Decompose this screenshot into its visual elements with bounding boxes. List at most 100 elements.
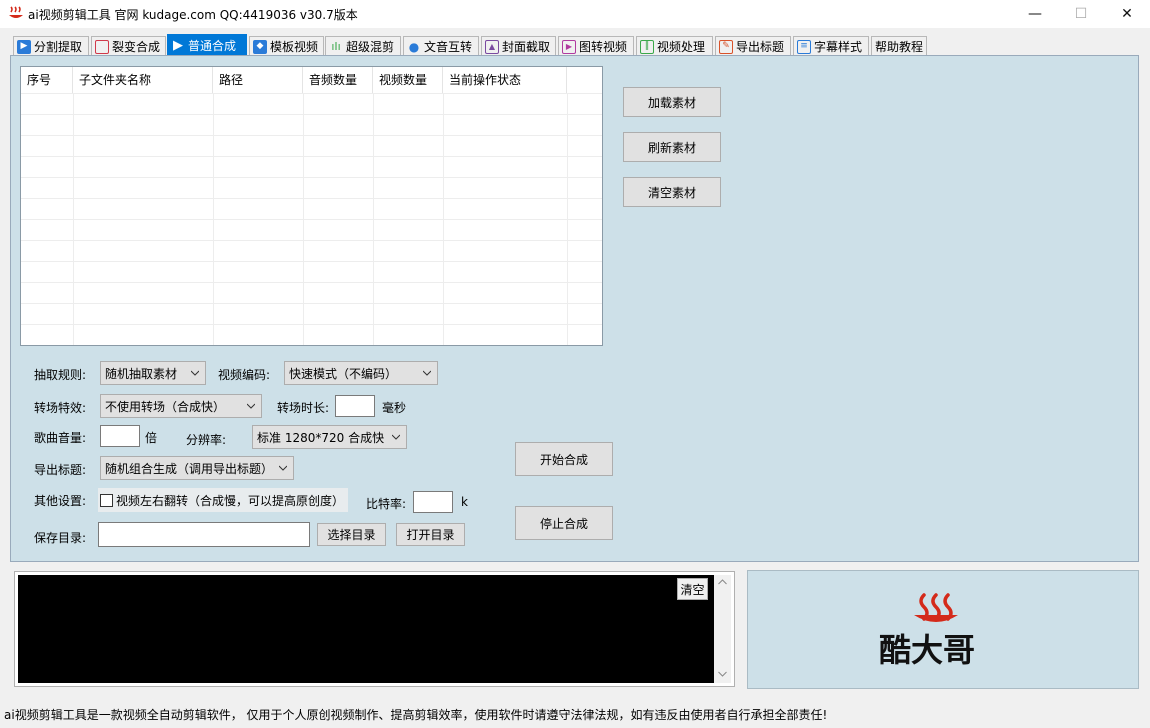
window-title: ai视频剪辑工具 官网 kudage.com QQ:4419036 v30.7版… bbox=[28, 8, 358, 22]
transition-effect-select[interactable]: 不使用转场（合成快） bbox=[100, 394, 262, 418]
chevron-down-icon bbox=[279, 465, 287, 471]
chevron-down-icon bbox=[392, 434, 400, 440]
tab-fission-compose[interactable]: 裂变合成 bbox=[91, 36, 166, 56]
checkbox-box[interactable] bbox=[100, 493, 113, 507]
tab-label: 模板视频 bbox=[270, 40, 319, 54]
column-header[interactable]: 视频数量 bbox=[373, 67, 443, 93]
resolution-select[interactable]: 标准 1280*720 合成快 bbox=[252, 425, 407, 449]
chevron-down-icon bbox=[247, 403, 255, 409]
load-material-button[interactable]: 加载素材 bbox=[623, 87, 721, 117]
export-title-value: 随机组合生成（调用导出标题） bbox=[105, 461, 274, 476]
maximize-button[interactable]: ☐ bbox=[1058, 0, 1104, 28]
table-row bbox=[21, 219, 602, 240]
hot-spring-logo-icon bbox=[914, 593, 958, 622]
table-row bbox=[21, 177, 602, 198]
other-settings-label: 其他设置: bbox=[34, 494, 87, 508]
table-row bbox=[21, 114, 602, 135]
extract-rule-value: 随机抽取素材 bbox=[105, 366, 178, 381]
extract-rule-select[interactable]: 随机抽取素材 bbox=[100, 361, 206, 385]
play-icon: ▶ bbox=[173, 38, 183, 53]
volume-unit: 倍 bbox=[145, 431, 158, 445]
extract-rule-label: 抽取规则: bbox=[34, 368, 87, 382]
choose-dir-button[interactable]: 选择目录 bbox=[317, 523, 386, 546]
video-codec-select[interactable]: 快速模式（不编码） bbox=[284, 361, 438, 385]
clear-material-button[interactable]: 清空素材 bbox=[623, 177, 721, 207]
export-title-select[interactable]: 随机组合生成（调用导出标题） bbox=[100, 456, 294, 480]
table-row bbox=[21, 282, 602, 303]
tab-video-process[interactable]: ‖ 视频处理 bbox=[636, 36, 713, 56]
tab-export-title[interactable]: ✎ 导出标题 bbox=[715, 36, 791, 56]
tab-help[interactable]: 帮助教程 bbox=[871, 36, 927, 56]
tab-super-mix[interactable]: ıIı 超级混剪 bbox=[325, 36, 401, 56]
video-codec-label: 视频编码: bbox=[218, 368, 271, 382]
column-header[interactable]: 子文件夹名称 bbox=[73, 67, 213, 93]
copy-icon bbox=[95, 39, 109, 54]
waveform-icon: ıIı bbox=[331, 40, 341, 53]
logo-panel: 酷大哥 bbox=[747, 570, 1139, 689]
app-logo-icon bbox=[9, 6, 23, 18]
table-row bbox=[21, 93, 602, 114]
tab-label: 字幕样式 bbox=[814, 40, 863, 54]
logo-text: 酷大哥 bbox=[879, 631, 976, 669]
bitrate-unit: k bbox=[461, 495, 468, 509]
tab-image-to-video[interactable]: ▶ 图转视频 bbox=[558, 36, 634, 56]
log-output[interactable] bbox=[18, 575, 714, 683]
clear-log-button[interactable]: 清空 bbox=[677, 578, 708, 600]
song-volume-label: 歌曲音量: bbox=[34, 431, 87, 445]
resolution-value: 标准 1280*720 合成快 bbox=[257, 430, 385, 445]
minimize-button[interactable]: — bbox=[1012, 0, 1058, 28]
chevron-up-icon[interactable] bbox=[718, 579, 727, 585]
close-button[interactable]: ✕ bbox=[1104, 0, 1150, 28]
tab-label: 帮助教程 bbox=[875, 40, 924, 54]
bitrate-input[interactable] bbox=[413, 491, 453, 513]
status-bar: ai视频剪辑工具是一款视频全自动剪辑软件， 仅用于个人原创视频制作、提高剪辑效率… bbox=[4, 708, 828, 722]
transition-duration-label: 转场时长: bbox=[277, 401, 330, 415]
table-header: 序号 子文件夹名称 路径 音频数量 视频数量 当前操作状态 bbox=[21, 67, 602, 93]
transition-effect-value: 不使用转场（合成快） bbox=[105, 399, 226, 414]
folder-table[interactable]: 序号 子文件夹名称 路径 音频数量 视频数量 当前操作状态 bbox=[20, 66, 603, 346]
split-icon: ‖ bbox=[640, 39, 654, 54]
resolution-label: 分辨率: bbox=[186, 433, 227, 447]
column-header[interactable]: 音频数量 bbox=[303, 67, 373, 93]
log-scrollbar[interactable] bbox=[714, 575, 731, 683]
chevron-down-icon bbox=[423, 370, 431, 376]
tab-text-audio[interactable]: ● 文音互转 bbox=[403, 36, 479, 56]
transition-duration-input[interactable] bbox=[335, 395, 375, 417]
tab-strip: ▶ 分割提取 裂变合成 ▶ 普通合成 ◆ 模板视频 ıIı 超级混剪 ● 文音互… bbox=[0, 34, 1150, 56]
tab-split-extract[interactable]: ▶ 分割提取 bbox=[13, 36, 89, 56]
table-row bbox=[21, 324, 602, 345]
start-compose-button[interactable]: 开始合成 bbox=[515, 442, 613, 476]
table-row bbox=[21, 198, 602, 219]
play-icon: ▶ bbox=[17, 39, 31, 54]
column-header[interactable]: 序号 bbox=[21, 67, 73, 93]
tab-label: 分割提取 bbox=[34, 40, 83, 54]
table-row bbox=[21, 303, 602, 324]
tab-label: 普通合成 bbox=[188, 39, 237, 53]
open-dir-button[interactable]: 打开目录 bbox=[396, 523, 465, 546]
image-icon: ▲ bbox=[485, 39, 499, 54]
edit-icon: ✎ bbox=[719, 39, 733, 54]
tab-normal-compose[interactable]: ▶ 普通合成 bbox=[167, 34, 247, 56]
chevron-down-icon[interactable] bbox=[718, 671, 727, 677]
refresh-material-button[interactable]: 刷新素材 bbox=[623, 132, 721, 162]
tab-label: 裂变合成 bbox=[112, 40, 161, 54]
subtitle-icon: ≡ bbox=[797, 39, 811, 54]
tab-label: 导出标题 bbox=[736, 40, 785, 54]
stop-compose-button[interactable]: 停止合成 bbox=[515, 506, 613, 540]
bookmark-icon: ◆ bbox=[253, 39, 267, 54]
save-dir-input[interactable] bbox=[98, 522, 310, 547]
tab-subtitle-style[interactable]: ≡ 字幕样式 bbox=[793, 36, 869, 56]
column-header[interactable]: 当前操作状态 bbox=[443, 67, 567, 93]
tab-cover-capture[interactable]: ▲ 封面截取 bbox=[481, 36, 556, 56]
song-volume-input[interactable] bbox=[100, 425, 140, 447]
tab-label: 视频处理 bbox=[657, 40, 706, 54]
column-header[interactable]: 路径 bbox=[213, 67, 303, 93]
tab-label: 文音互转 bbox=[424, 40, 473, 54]
flip-video-checkbox[interactable]: 视频左右翻转（合成慢，可以提高原创度） bbox=[98, 488, 348, 512]
bitrate-label: 比特率: bbox=[366, 497, 407, 511]
tab-label: 超级混剪 bbox=[346, 40, 395, 54]
tab-template-video[interactable]: ◆ 模板视频 bbox=[249, 36, 324, 56]
table-row bbox=[21, 261, 602, 282]
chevron-down-icon bbox=[191, 370, 199, 376]
transition-effect-label: 转场特效: bbox=[34, 401, 87, 415]
